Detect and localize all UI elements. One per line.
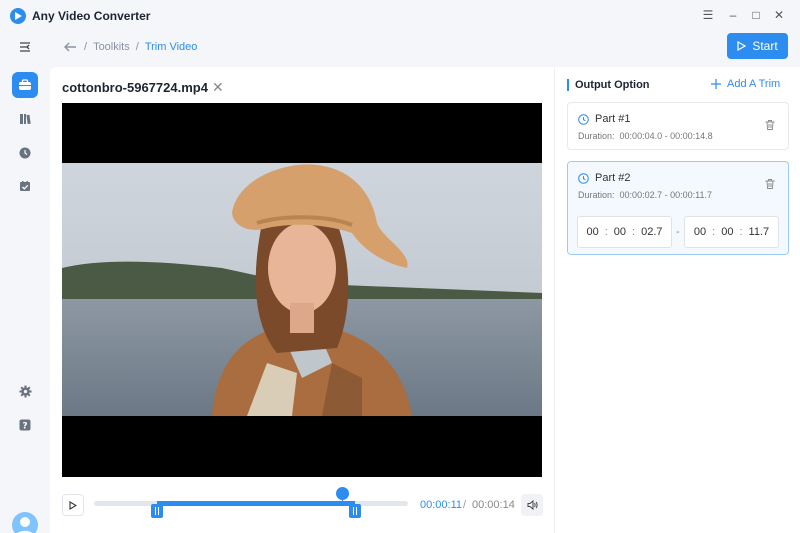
part-name: Part #1 [595,113,631,125]
start-seconds[interactable]: 02.7 [641,226,662,238]
sidebar-item-history[interactable] [12,140,38,166]
play-outline-icon [737,41,747,51]
library-icon [20,114,31,125]
part-duration: Duration: 00:00:04.0 - 00:00:14.8 [578,131,713,141]
start-time-field[interactable]: 00 : 00 : 02.7 [577,216,672,248]
trim-start-handle[interactable] [150,504,163,518]
close-file-icon[interactable]: ✕ [212,79,224,96]
collapse-sidebar-icon[interactable] [12,34,38,60]
volume-icon [527,500,538,510]
video-preview[interactable] [62,103,542,477]
part-header: Part #2 [578,172,630,184]
time-colon: : [739,226,743,238]
breadcrumb-current: Trim Video [144,41,198,53]
timeline-selection [156,501,355,506]
file-title: cottonbro-5967724.mp4 ✕ [62,79,224,96]
playhead-handle[interactable] [335,487,349,500]
editor-panel: cottonbro-5967724.mp4 ✕ 00:00:11 / 00:00… [50,67,554,533]
time-colon: : [712,226,716,238]
start-minutes[interactable]: 00 [614,226,626,238]
output-title: Output Option [567,79,650,91]
output-panel: Output Option Add A Trim Part #1 Duratio… [554,67,800,533]
start-hours[interactable]: 00 [586,226,598,238]
add-trim-button[interactable]: Add A Trim [711,78,780,90]
clock-icon [19,147,31,159]
clock-icon [578,172,589,184]
gear-icon [18,384,32,398]
sidebar-item-library[interactable] [12,106,38,132]
duration-label: Duration: [578,190,615,200]
timeline-track[interactable] [94,501,408,506]
maximize-icon[interactable]: □ [749,8,763,22]
clock-icon [578,113,589,125]
trim-end-handle[interactable] [348,504,361,518]
duration-label: Duration: [578,131,615,141]
app-logo-icon [10,8,26,24]
trim-part-1[interactable]: Part #1 Duration: 00:00:04.0 - 00:00:14.… [567,102,789,150]
sidebar-item-tasks[interactable] [12,173,38,199]
breadcrumb: / Toolkits / Trim Video [84,41,197,53]
sidebar-item-help[interactable]: ? [12,412,38,438]
close-window-icon[interactable]: ✕ [772,8,786,22]
video-frame [62,163,542,416]
play-button[interactable] [62,494,84,516]
end-minutes[interactable]: 00 [721,226,733,238]
sidebar-item-toolkit[interactable] [12,72,38,98]
duration-value: 00:00:04.0 - 00:00:14.8 [619,131,713,141]
end-hours[interactable]: 00 [694,226,706,238]
plus-icon [711,79,721,89]
breadcrumb-separator: / [135,41,139,53]
start-button-label: Start [752,39,778,53]
app-title: Any Video Converter [32,9,151,23]
minimize-icon[interactable]: – [726,8,740,22]
delete-part-icon[interactable] [764,119,776,131]
user-icon [17,517,33,533]
duration-value: 00:00:02.7 - 00:00:11.7 [619,190,712,200]
title-bar: Any Video Converter ☰ – □ ✕ [0,0,800,32]
sidebar: ? [0,32,50,533]
part-name: Part #2 [595,172,631,184]
time-colon: : [632,226,636,238]
part-header: Part #1 [578,113,630,125]
range-separator: - [676,226,680,238]
delete-part-icon[interactable] [764,178,776,190]
breadcrumb-separator: / [84,41,88,53]
user-avatar[interactable] [12,512,38,533]
part-duration: Duration: 00:00:02.7 - 00:00:11.7 [578,190,712,200]
end-seconds[interactable]: 11.7 [749,226,770,238]
svg-text:?: ? [22,421,27,431]
start-button[interactable]: Start [727,33,788,59]
end-time-field[interactable]: 00 : 00 : 11.7 [684,216,779,248]
file-name: cottonbro-5967724.mp4 [62,80,208,95]
total-time: 00:00:14 [472,499,515,511]
toolbox-icon [19,79,31,90]
volume-button[interactable] [521,494,543,516]
current-time: 00:00:11 [420,499,463,511]
add-trim-label: Add A Trim [727,78,781,90]
help-icon: ? [19,419,31,431]
time-separator: / [463,499,467,511]
trim-part-2[interactable]: Part #2 Duration: 00:00:02.7 - 00:00:11.… [567,161,789,255]
menu-icon[interactable]: ☰ [701,8,715,22]
sidebar-item-settings[interactable] [12,378,38,404]
breadcrumb-toolkits[interactable]: Toolkits [93,41,130,53]
checklist-icon [20,181,30,191]
play-icon [69,500,77,510]
back-arrow-icon[interactable] [62,39,78,55]
time-colon: : [604,226,608,238]
